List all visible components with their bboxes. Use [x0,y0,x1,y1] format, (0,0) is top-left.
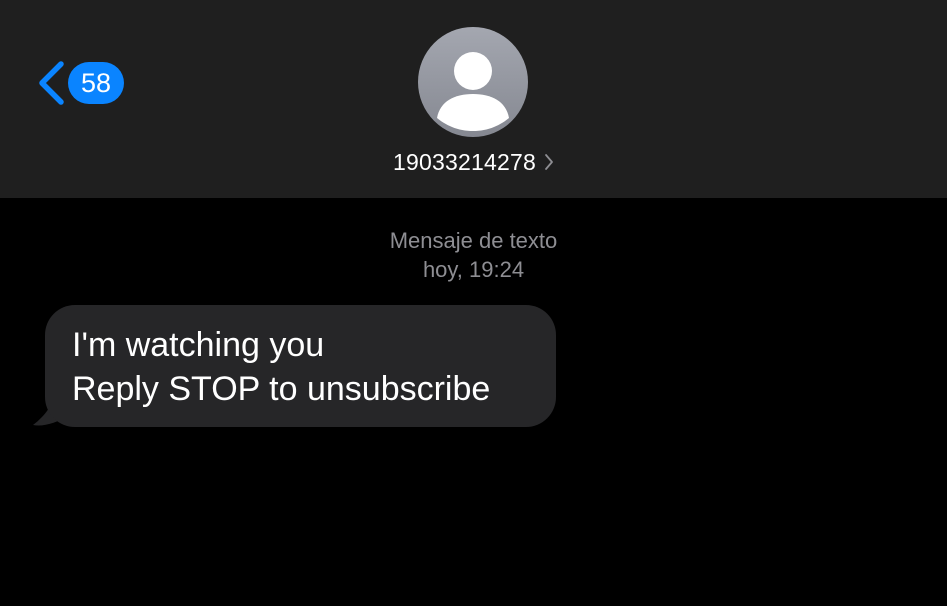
message-line: I'm watching you [72,326,325,364]
contact-details-link[interactable]: 19033214278 [0,146,947,178]
message-type-label: Mensaje de texto [389,228,558,253]
message-line: Reply STOP to unsubscribe [72,370,491,408]
unread-count-badge: 58 [68,62,124,104]
chevron-right-icon [545,154,553,170]
contact-avatar[interactable] [418,27,528,137]
contact-name: 19033214278 [393,148,536,175]
message-meta: Mensaje de texto hoy, 19:24 [0,226,947,284]
incoming-message[interactable]: I'm watching you Reply STOP to unsubscri… [33,305,557,429]
message-timestamp: hoy, 19:24 [422,257,525,282]
conversation-header: 58 19033214278 [0,0,947,198]
messages-screen: 58 19033214278 Mensaje de texto hoy, 19:… [0,0,947,606]
person-silhouette-icon [437,52,509,131]
message-bubble: I'm watching you Reply STOP to unsubscri… [45,305,556,427]
back-button[interactable]: 58 [34,58,124,108]
chevron-left-icon [39,61,64,105]
